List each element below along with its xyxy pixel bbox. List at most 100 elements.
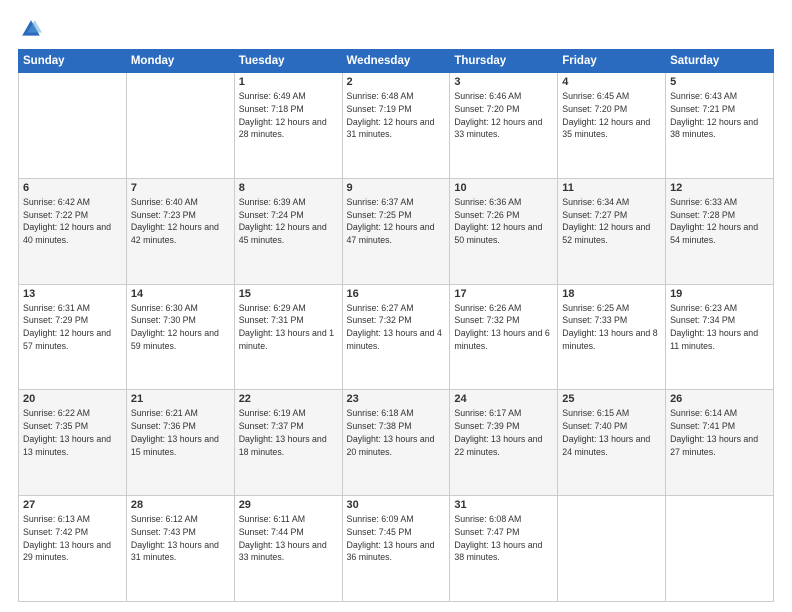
calendar-cell: 12Sunrise: 6:33 AM Sunset: 7:28 PM Dayli…	[666, 178, 774, 284]
day-info: Sunrise: 6:13 AM Sunset: 7:42 PM Dayligh…	[23, 513, 122, 564]
calendar-cell: 13 Sunrise: 6:31 AM Sunset: 7:29 PM Dayli…	[19, 284, 127, 390]
day-number: 1	[239, 76, 338, 88]
day-number: 15	[239, 288, 338, 300]
weekday-header-tuesday: Tuesday	[234, 50, 342, 73]
weekday-header-row: SundayMondayTuesdayWednesdayThursdayFrid…	[19, 50, 774, 73]
calendar-cell: 16Sunrise: 6:27 AM Sunset: 7:32 PM Dayli…	[342, 284, 450, 390]
day-number: 29	[239, 499, 338, 511]
weekday-header-saturday: Saturday	[666, 50, 774, 73]
weekday-header-thursday: Thursday	[450, 50, 558, 73]
day-number: 3	[454, 76, 553, 88]
calendar-cell: 9Sunrise: 6:37 AM Sunset: 7:25 PM Daylig…	[342, 178, 450, 284]
calendar-cell: 2 Sunrise: 6:48 AM Sunset: 7:19 PM Daylig…	[342, 73, 450, 179]
day-number: 26	[670, 393, 769, 405]
day-number: 16	[347, 288, 446, 300]
calendar-cell	[558, 496, 666, 602]
day-number: 11	[562, 182, 661, 194]
calendar-cell: 19Sunrise: 6:23 AM Sunset: 7:34 PM Dayli…	[666, 284, 774, 390]
day-info: Sunrise: 6:18 AM Sunset: 7:38 PM Dayligh…	[347, 407, 446, 458]
day-info: Sunrise: 6:42 AM Sunset: 7:22 PM Dayligh…	[23, 196, 122, 247]
day-number: 6	[23, 182, 122, 194]
calendar-cell: 26 Sunrise: 6:14 AM Sunset: 7:41 PM Dayli…	[666, 390, 774, 496]
weekday-header-sunday: Sunday	[19, 50, 127, 73]
week-row-4: 20 Sunrise: 6:22 AM Sunset: 7:35 PM Dayli…	[19, 390, 774, 496]
day-number: 8	[239, 182, 338, 194]
day-info: Sunrise: 6:22 AM Sunset: 7:35 PM Dayligh…	[23, 407, 122, 458]
day-number: 14	[131, 288, 230, 300]
calendar-cell	[19, 73, 127, 179]
day-number: 23	[347, 393, 446, 405]
day-info: Sunrise: 6:14 AM Sunset: 7:41 PM Dayligh…	[670, 407, 769, 458]
day-number: 31	[454, 499, 553, 511]
day-info: Sunrise: 6:46 AM Sunset: 7:20 PM Dayligh…	[454, 90, 553, 141]
calendar-cell: 7Sunrise: 6:40 AM Sunset: 7:23 PM Daylig…	[126, 178, 234, 284]
day-info: Sunrise: 6:49 AM Sunset: 7:18 PM Dayligh…	[239, 90, 338, 141]
day-info: Sunrise: 6:45 AM Sunset: 7:20 PM Dayligh…	[562, 90, 661, 141]
day-info: Sunrise: 6:33 AM Sunset: 7:28 PM Dayligh…	[670, 196, 769, 247]
header	[18, 18, 774, 45]
day-info: Sunrise: 6:29 AM Sunset: 7:31 PM Dayligh…	[239, 302, 338, 353]
day-number: 21	[131, 393, 230, 405]
calendar-cell	[666, 496, 774, 602]
day-info: Sunrise: 6:40 AM Sunset: 7:23 PM Dayligh…	[131, 196, 230, 247]
calendar-cell: 4 Sunrise: 6:45 AM Sunset: 7:20 PM Daylig…	[558, 73, 666, 179]
day-info: Sunrise: 6:37 AM Sunset: 7:25 PM Dayligh…	[347, 196, 446, 247]
calendar-cell: 20 Sunrise: 6:22 AM Sunset: 7:35 PM Dayli…	[19, 390, 127, 496]
calendar-cell: 27 Sunrise: 6:13 AM Sunset: 7:42 PM Dayli…	[19, 496, 127, 602]
day-info: Sunrise: 6:26 AM Sunset: 7:32 PM Dayligh…	[454, 302, 553, 353]
weekday-header-monday: Monday	[126, 50, 234, 73]
calendar-cell: 1 Sunrise: 6:49 AM Sunset: 7:18 PM Daylig…	[234, 73, 342, 179]
calendar-cell: 17 Sunrise: 6:26 AM Sunset: 7:32 PM Dayli…	[450, 284, 558, 390]
day-info: Sunrise: 6:08 AM Sunset: 7:47 PM Dayligh…	[454, 513, 553, 564]
calendar: SundayMondayTuesdayWednesdayThursdayFrid…	[18, 49, 774, 602]
day-number: 13	[23, 288, 122, 300]
calendar-cell: 30Sunrise: 6:09 AM Sunset: 7:45 PM Dayli…	[342, 496, 450, 602]
calendar-cell	[126, 73, 234, 179]
day-number: 27	[23, 499, 122, 511]
day-number: 18	[562, 288, 661, 300]
week-row-1: 1 Sunrise: 6:49 AM Sunset: 7:18 PM Daylig…	[19, 73, 774, 179]
calendar-cell: 8Sunrise: 6:39 AM Sunset: 7:24 PM Daylig…	[234, 178, 342, 284]
page: SundayMondayTuesdayWednesdayThursdayFrid…	[0, 0, 792, 612]
day-number: 28	[131, 499, 230, 511]
day-info: Sunrise: 6:23 AM Sunset: 7:34 PM Dayligh…	[670, 302, 769, 353]
day-info: Sunrise: 6:25 AM Sunset: 7:33 PM Dayligh…	[562, 302, 661, 353]
day-info: Sunrise: 6:09 AM Sunset: 7:45 PM Dayligh…	[347, 513, 446, 564]
day-number: 17	[454, 288, 553, 300]
weekday-header-wednesday: Wednesday	[342, 50, 450, 73]
logo-icon	[20, 18, 42, 40]
calendar-cell: 10 Sunrise: 6:36 AM Sunset: 7:26 PM Dayli…	[450, 178, 558, 284]
day-info: Sunrise: 6:12 AM Sunset: 7:43 PM Dayligh…	[131, 513, 230, 564]
calendar-cell: 23 Sunrise: 6:18 AM Sunset: 7:38 PM Dayli…	[342, 390, 450, 496]
day-info: Sunrise: 6:11 AM Sunset: 7:44 PM Dayligh…	[239, 513, 338, 564]
day-info: Sunrise: 6:36 AM Sunset: 7:26 PM Dayligh…	[454, 196, 553, 247]
day-info: Sunrise: 6:48 AM Sunset: 7:19 PM Dayligh…	[347, 90, 446, 141]
day-info: Sunrise: 6:17 AM Sunset: 7:39 PM Dayligh…	[454, 407, 553, 458]
weekday-header-friday: Friday	[558, 50, 666, 73]
calendar-cell: 18 Sunrise: 6:25 AM Sunset: 7:33 PM Dayli…	[558, 284, 666, 390]
calendar-cell: 21 Sunrise: 6:21 AM Sunset: 7:36 PM Dayli…	[126, 390, 234, 496]
day-info: Sunrise: 6:21 AM Sunset: 7:36 PM Dayligh…	[131, 407, 230, 458]
calendar-cell: 29 Sunrise: 6:11 AM Sunset: 7:44 PM Dayli…	[234, 496, 342, 602]
day-info: Sunrise: 6:43 AM Sunset: 7:21 PM Dayligh…	[670, 90, 769, 141]
day-info: Sunrise: 6:31 AM Sunset: 7:29 PM Dayligh…	[23, 302, 122, 353]
day-number: 4	[562, 76, 661, 88]
day-number: 25	[562, 393, 661, 405]
calendar-cell: 15 Sunrise: 6:29 AM Sunset: 7:31 PM Dayli…	[234, 284, 342, 390]
day-info: Sunrise: 6:15 AM Sunset: 7:40 PM Dayligh…	[562, 407, 661, 458]
calendar-cell: 11Sunrise: 6:34 AM Sunset: 7:27 PM Dayli…	[558, 178, 666, 284]
day-number: 22	[239, 393, 338, 405]
day-number: 2	[347, 76, 446, 88]
calendar-cell: 5 Sunrise: 6:43 AM Sunset: 7:21 PM Daylig…	[666, 73, 774, 179]
calendar-cell: 28 Sunrise: 6:12 AM Sunset: 7:43 PM Dayli…	[126, 496, 234, 602]
week-row-3: 13 Sunrise: 6:31 AM Sunset: 7:29 PM Dayli…	[19, 284, 774, 390]
day-info: Sunrise: 6:19 AM Sunset: 7:37 PM Dayligh…	[239, 407, 338, 458]
day-number: 10	[454, 182, 553, 194]
calendar-cell: 22 Sunrise: 6:19 AM Sunset: 7:37 PM Dayli…	[234, 390, 342, 496]
day-number: 24	[454, 393, 553, 405]
day-number: 5	[670, 76, 769, 88]
day-number: 20	[23, 393, 122, 405]
calendar-cell: 25 Sunrise: 6:15 AM Sunset: 7:40 PM Dayli…	[558, 390, 666, 496]
calendar-cell: 24 Sunrise: 6:17 AM Sunset: 7:39 PM Dayli…	[450, 390, 558, 496]
calendar-cell: 3 Sunrise: 6:46 AM Sunset: 7:20 PM Daylig…	[450, 73, 558, 179]
